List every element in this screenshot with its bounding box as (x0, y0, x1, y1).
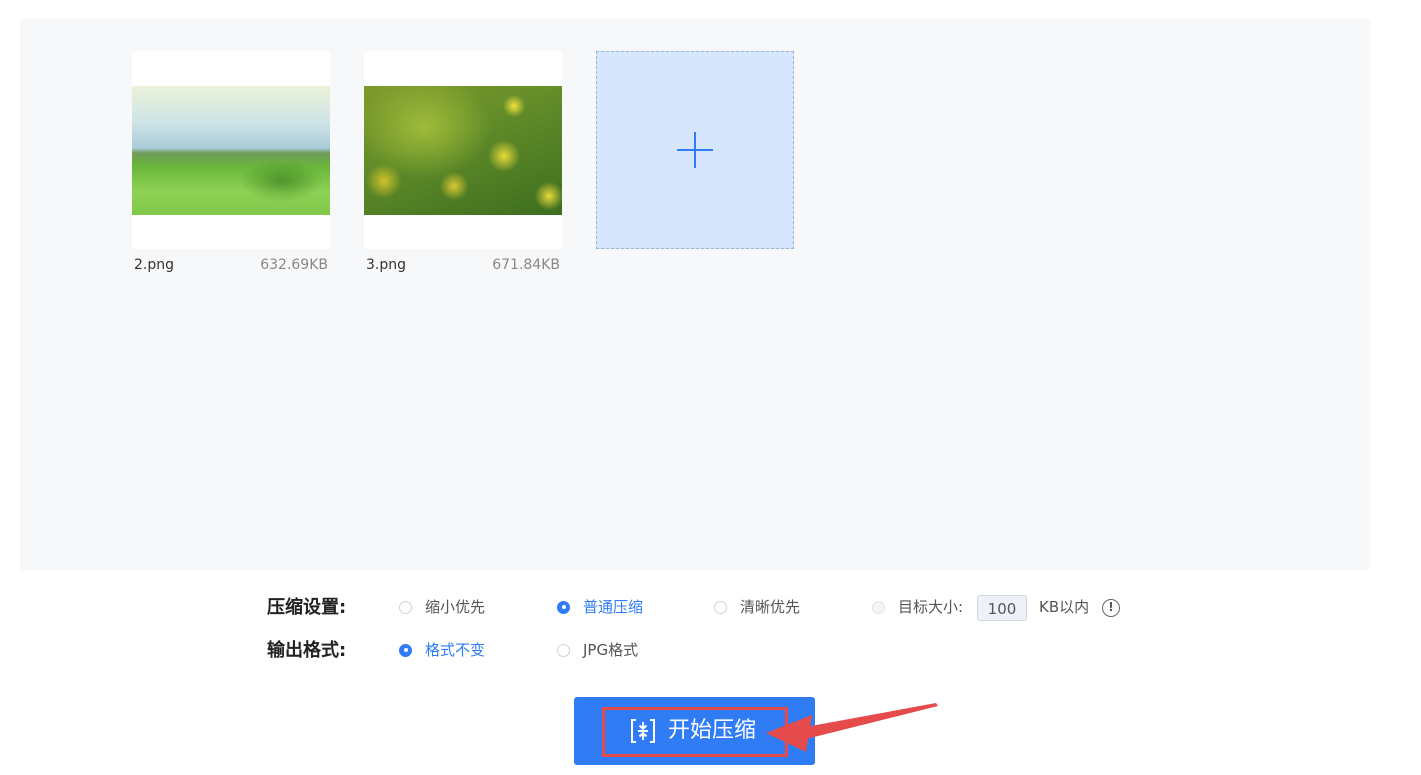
option-shrink-priority[interactable]: 缩小优先 (399, 597, 485, 617)
target-size-input[interactable]: 100 (977, 595, 1027, 621)
file-name: 3.png (366, 257, 407, 273)
flowers-thumbnail (364, 86, 562, 215)
target-size-unit: KB以内 (1039, 598, 1090, 616)
radio-selected-icon (557, 600, 570, 614)
option-keep-format[interactable]: 格式不变 (399, 640, 485, 660)
radio-icon (872, 600, 885, 614)
option-jpg-format[interactable]: JPG格式 (557, 640, 638, 660)
start-compress-label: 开始压缩 (668, 718, 757, 743)
meadow-thumbnail (132, 86, 330, 215)
output-format-label: 输出格式: (267, 640, 347, 661)
start-compress-button[interactable]: 开始压缩 (574, 697, 815, 765)
option-target-size[interactable]: 目标大小: (872, 597, 963, 617)
option-clarity-priority[interactable]: 清晰优先 (714, 597, 800, 617)
upload-panel: 2.png 632.69KB 3.png 671.84KB (20, 18, 1370, 570)
file-size: 671.84KB (492, 257, 560, 273)
plus-icon (677, 132, 713, 168)
radio-icon (557, 643, 570, 657)
file-card-3[interactable] (364, 51, 562, 249)
file-name: 2.png (134, 257, 175, 273)
radio-selected-icon (399, 643, 412, 657)
option-normal-compression[interactable]: 普通压缩 (557, 597, 643, 617)
info-icon[interactable]: ! (1102, 599, 1120, 617)
radio-icon (714, 600, 727, 614)
file-card-2[interactable] (132, 51, 330, 249)
compress-icon (631, 719, 655, 743)
compression-settings-label: 压缩设置: (267, 597, 347, 618)
add-file-button[interactable] (596, 51, 794, 249)
file-size: 632.69KB (260, 257, 328, 273)
radio-icon (399, 600, 412, 614)
